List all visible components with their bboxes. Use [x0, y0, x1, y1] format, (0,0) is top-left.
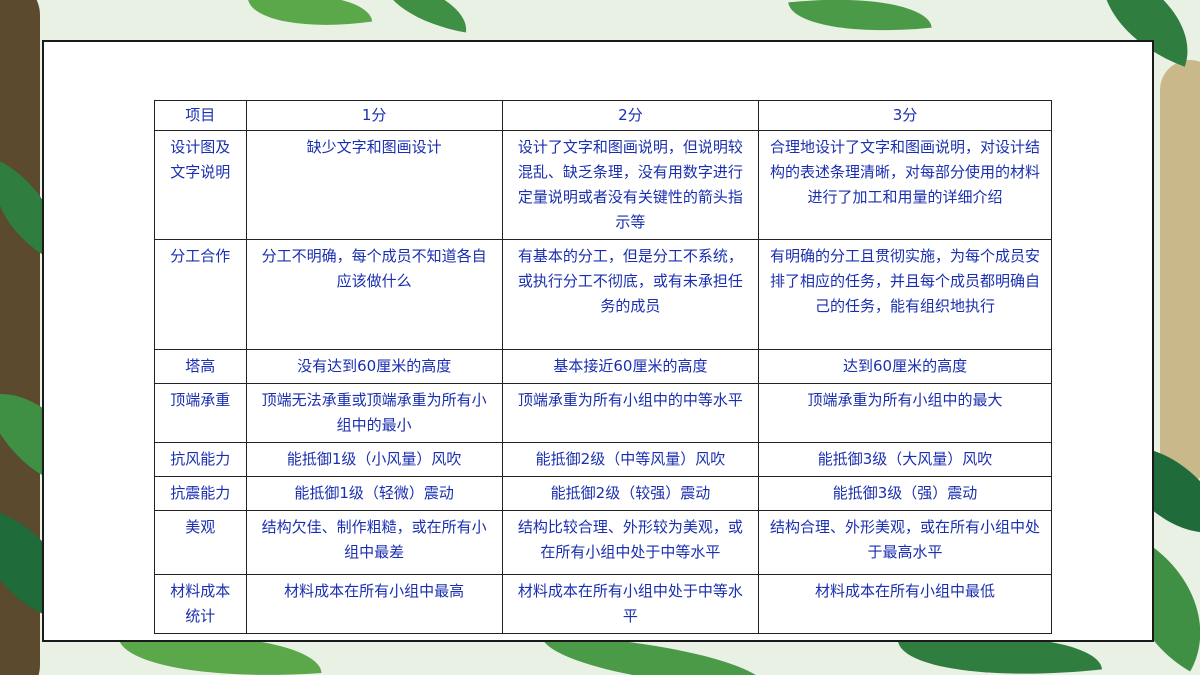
leaf-decoration — [788, 0, 932, 43]
row-score-1: 缺少文字和图画设计 — [245, 130, 503, 240]
table-header-row: 项目 1分 2分 3分 — [154, 100, 1052, 131]
row-item: 抗震能力 — [154, 476, 247, 511]
leaf-decoration — [377, 0, 473, 33]
content-card: 项目 1分 2分 3分 设计图及文字说明 缺少文字和图画设计 设计了文字和图画说… — [42, 40, 1154, 642]
table-row: 塔高 没有达到60厘米的高度 基本接近60厘米的高度 达到60厘米的高度 — [154, 349, 1052, 384]
row-score-2: 能抵御2级（较强）震动 — [501, 476, 760, 511]
table-row: 抗震能力 能抵御1级（轻微）震动 能抵御2级（较强）震动 能抵御3级（强）震动 — [154, 476, 1052, 511]
row-score-1: 分工不明确，每个成员不知道各自应该做什么 — [245, 239, 503, 350]
table-row: 顶端承重 顶端无法承重或顶端承重为所有小组中的最小 顶端承重为所有小组中的中等水… — [154, 383, 1052, 443]
row-item: 美观 — [154, 510, 247, 575]
row-score-3: 顶端承重为所有小组中的最大 — [758, 383, 1052, 443]
row-score-1: 能抵御1级（小风量）风吹 — [245, 442, 503, 477]
row-score-3: 能抵御3级（大风量）风吹 — [758, 442, 1052, 477]
table-row: 材料成本统计 材料成本在所有小组中最高 材料成本在所有小组中处于中等水平 材料成… — [154, 574, 1052, 634]
row-score-2: 顶端承重为所有小组中的中等水平 — [501, 383, 760, 443]
row-score-2: 基本接近60厘米的高度 — [501, 349, 760, 384]
row-score-1: 结构欠佳、制作粗糙，或在所有小组中最差 — [245, 510, 503, 575]
scoring-rubric-table: 项目 1分 2分 3分 设计图及文字说明 缺少文字和图画设计 设计了文字和图画说… — [154, 100, 1052, 634]
table-row: 设计图及文字说明 缺少文字和图画设计 设计了文字和图画说明，但说明较混乱、缺乏条… — [154, 130, 1052, 240]
row-score-1: 没有达到60厘米的高度 — [245, 349, 503, 384]
row-item: 顶端承重 — [154, 383, 247, 443]
header-score-1: 1分 — [245, 100, 503, 131]
row-item: 设计图及文字说明 — [154, 130, 247, 240]
header-item: 项目 — [154, 100, 247, 131]
table-row: 美观 结构欠佳、制作粗糙，或在所有小组中最差 结构比较合理、外形较为美观，或在所… — [154, 510, 1052, 575]
header-score-3: 3分 — [758, 100, 1052, 131]
row-score-3: 材料成本在所有小组中最低 — [758, 574, 1052, 634]
row-score-3: 有明确的分工且贯彻实施，为每个成员安排了相应的任务，并且每个成员都明确自己的任务… — [758, 239, 1052, 350]
header-score-2: 2分 — [501, 100, 760, 131]
table-row: 抗风能力 能抵御1级（小风量）风吹 能抵御2级（中等风量）风吹 能抵御3级（大风… — [154, 442, 1052, 477]
row-score-1: 能抵御1级（轻微）震动 — [245, 476, 503, 511]
row-score-2: 材料成本在所有小组中处于中等水平 — [501, 574, 760, 634]
row-score-3: 结构合理、外形美观，或在所有小组中处于最高水平 — [758, 510, 1052, 575]
table-row: 分工合作 分工不明确，每个成员不知道各自应该做什么 有基本的分工，但是分工不系统… — [154, 239, 1052, 350]
row-score-1: 顶端无法承重或顶端承重为所有小组中的最小 — [245, 383, 503, 443]
row-item: 分工合作 — [154, 239, 247, 350]
row-score-2: 设计了文字和图画说明，但说明较混乱、缺乏条理，没有用数字进行定量说明或者没有关键… — [501, 130, 760, 240]
row-item: 抗风能力 — [154, 442, 247, 477]
row-score-3: 达到60厘米的高度 — [758, 349, 1052, 384]
row-item: 材料成本统计 — [154, 574, 247, 634]
row-score-3: 合理地设计了文字和图画说明，对设计结构的表述条理清晰，对每部分使用的材料进行了加… — [758, 130, 1052, 240]
row-score-2: 能抵御2级（中等风量）风吹 — [501, 442, 760, 477]
row-item: 塔高 — [154, 349, 247, 384]
row-score-1: 材料成本在所有小组中最高 — [245, 574, 503, 634]
row-score-2: 结构比较合理、外形较为美观，或在所有小组中处于中等水平 — [501, 510, 760, 575]
tree-trunk-right — [1160, 60, 1200, 480]
row-score-2: 有基本的分工，但是分工不系统，或执行分工不彻底，或有未承担任务的成员 — [501, 239, 760, 350]
leaf-decoration — [247, 0, 373, 39]
row-score-3: 能抵御3级（强）震动 — [758, 476, 1052, 511]
